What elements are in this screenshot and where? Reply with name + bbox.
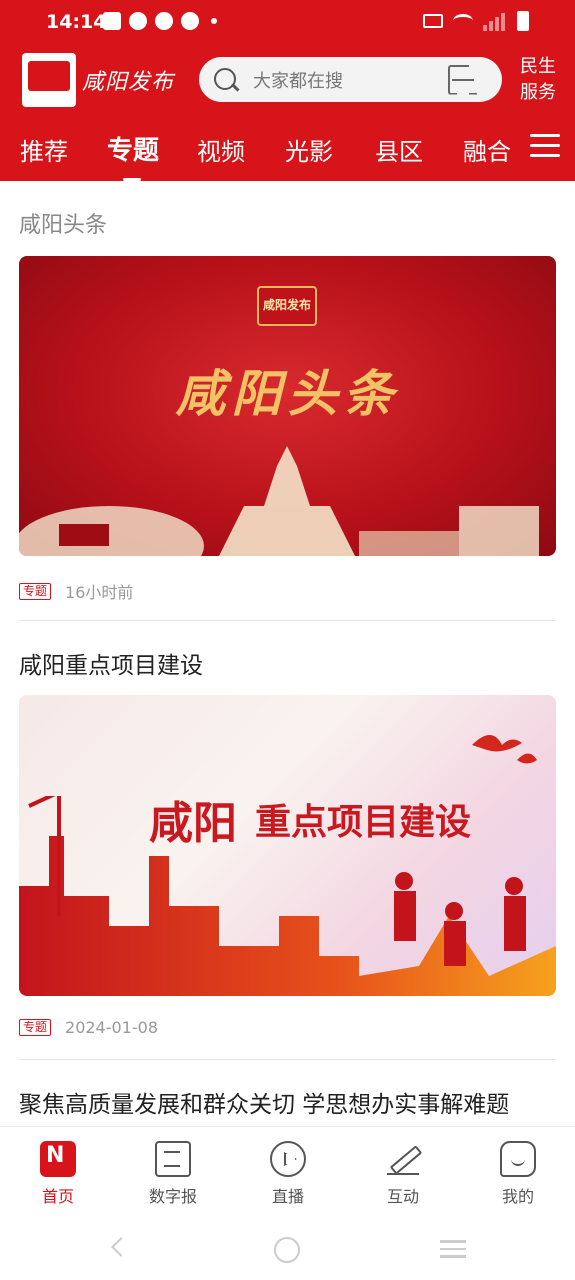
system-status-icons <box>423 11 529 31</box>
nav-label: 首页 <box>41 1187 74 1206</box>
wifi-icon <box>453 14 473 28</box>
banner-title-subject: 重点项目建设 <box>255 801 472 843</box>
nav-label: 互动 <box>386 1187 419 1206</box>
search-bar[interactable]: 大家都在搜 <box>199 57 502 102</box>
topic-tag: 专题 <box>19 1019 52 1036</box>
divider <box>19 1059 556 1060</box>
vibrate-icon <box>423 14 443 28</box>
app-notification-icon <box>181 12 199 30</box>
nav-profile[interactable]: 我的 <box>473 1141 563 1207</box>
banner-title: 咸阳头条 <box>175 364 400 423</box>
active-tab-indicator <box>123 178 141 181</box>
scan-icon[interactable] <box>448 65 478 95</box>
app-logo[interactable]: 咸阳发布 <box>22 52 182 108</box>
card-title[interactable]: 咸阳重点项目建设 <box>19 646 203 680</box>
status-bar: 14:14 <box>0 0 575 46</box>
profile-icon <box>500 1141 536 1177</box>
topic-banner-image[interactable]: 咸阳发布 咸阳头条 <box>19 256 556 556</box>
recent-apps-icon[interactable] <box>440 1240 466 1263</box>
item-meta: 专题 2024-01-08 <box>19 1018 158 1037</box>
topic-tag: 专题 <box>19 582 52 600</box>
section-title: 咸阳头条 <box>19 213 108 238</box>
service-label-line2: 服务 <box>520 82 556 103</box>
status-time: 14:14 <box>46 11 107 33</box>
city-skyline-illustration <box>19 446 539 556</box>
tab-county[interactable]: 县区 <box>375 132 423 167</box>
card-title[interactable]: 聚焦高质量发展和群众关切 学思想办实事解难题 <box>19 1085 509 1119</box>
doves-illustration <box>472 735 537 764</box>
divider <box>19 620 556 621</box>
nav-label: 我的 <box>501 1187 534 1206</box>
back-icon[interactable] <box>111 1237 131 1257</box>
tab-recommend[interactable]: 推荐 <box>20 132 68 167</box>
tab-fusion[interactable]: 融合 <box>463 132 511 167</box>
tab-photo[interactable]: 光影 <box>285 132 333 167</box>
publish-time: 2024-01-08 <box>65 1018 158 1037</box>
newspaper-icon <box>155 1141 191 1177</box>
search-placeholder[interactable]: 大家都在搜 <box>253 67 448 93</box>
pen-icon <box>385 1141 421 1177</box>
nav-live[interactable]: 直播 <box>243 1141 333 1207</box>
app-header: 14:14 咸阳发布 大家都在搜 民生 服务 推荐 专题 视频 光影 县区 融合 <box>0 0 575 181</box>
tab-video[interactable]: 视频 <box>197 132 245 167</box>
nav-interact[interactable]: 互动 <box>358 1141 448 1207</box>
app-notification-icon <box>155 12 173 30</box>
nav-label: 数字报 <box>148 1187 197 1206</box>
banner-title-city: 咸阳 <box>149 798 237 849</box>
live-play-icon <box>270 1141 306 1177</box>
nav-digital-paper[interactable]: 数字报 <box>128 1141 218 1207</box>
logo-text: 咸阳发布 <box>82 70 175 95</box>
tab-topics[interactable]: 专题 <box>107 130 159 167</box>
search-icon <box>213 67 239 93</box>
message-notification-icon <box>103 12 121 30</box>
category-tabs: 推荐 专题 视频 光影 县区 融合 <box>0 124 575 181</box>
app-notification-icon <box>129 12 147 30</box>
publish-time: 16小时前 <box>65 583 134 602</box>
topic-banner-image[interactable]: 咸阳 重点项目建设 <box>19 695 556 996</box>
item-meta: 专题 16小时前 <box>19 579 133 603</box>
home-circle-icon[interactable] <box>274 1237 300 1263</box>
signal-icon <box>483 12 507 31</box>
nav-home[interactable]: 首页 <box>13 1141 103 1207</box>
nav-label: 直播 <box>271 1187 304 1206</box>
more-notifications-dot <box>211 18 217 24</box>
banner-logo-badge: 咸阳发布 <box>257 286 317 326</box>
bottom-navigation: 首页 数字报 直播 互动 我的 <box>0 1126 575 1218</box>
service-label-line1: 民生 <box>520 56 556 77</box>
service-button[interactable]: 民生 服务 <box>516 54 560 106</box>
notification-icons <box>103 12 217 30</box>
system-navigation-bar <box>0 1218 575 1280</box>
logo-emblem-icon <box>22 53 76 107</box>
battery-icon <box>517 11 529 31</box>
home-icon <box>40 1141 76 1177</box>
menu-icon[interactable] <box>530 134 560 158</box>
